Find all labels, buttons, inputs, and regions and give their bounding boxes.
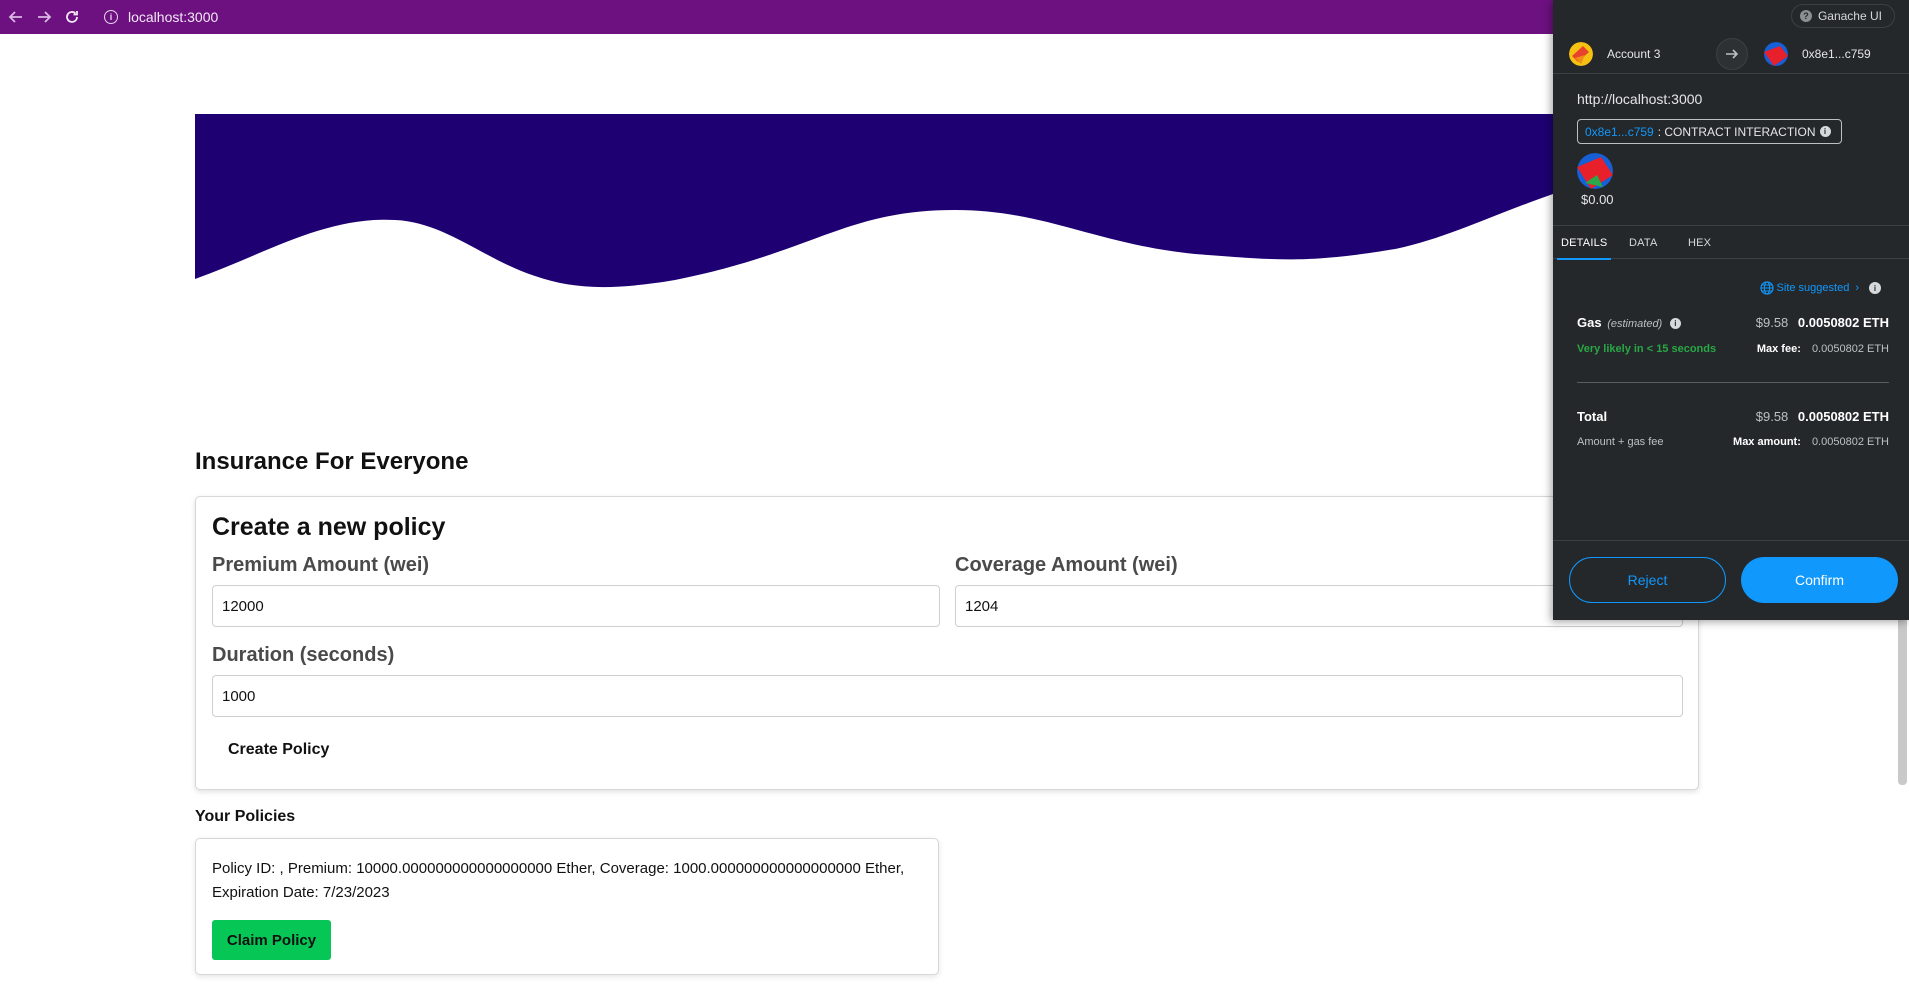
max-amount-label: Max amount: <box>1733 436 1801 448</box>
contract-interaction-label: : CONTRACT INTERACTION <box>1657 124 1816 139</box>
network-name: Ganache UI <box>1817 9 1882 23</box>
from-account-name: Account 3 <box>1607 47 1661 61</box>
gas-eth: 0.0050802 ETH <box>1797 315 1889 330</box>
page-root: i localhost:3000 Insurance For Everyone … <box>0 0 1909 1002</box>
create-policy-title: Create a new policy <box>212 513 446 541</box>
globe-icon <box>1759 281 1774 295</box>
arrow-right-icon <box>1716 38 1748 70</box>
tab-data[interactable]: DATA <box>1629 226 1658 260</box>
coverage-label: Coverage Amount (wei) <box>955 554 1178 576</box>
site-suggested-link[interactable]: Site suggested › i <box>1759 281 1881 295</box>
divider <box>1577 382 1889 383</box>
confirm-button[interactable]: Confirm <box>1741 557 1898 603</box>
gas-label: Gas <box>1577 315 1602 330</box>
gas-speed-estimate: Very likely in < 15 seconds <box>1577 343 1717 355</box>
from-account[interactable]: Account 3 <box>1569 42 1660 66</box>
total-eth: 0.0050802 ETH <box>1797 409 1889 424</box>
forward-icon[interactable] <box>32 5 56 29</box>
info-icon[interactable]: i <box>1819 126 1831 137</box>
network-icon: ? <box>1799 10 1812 22</box>
max-amount-value: 0.0050802 ETH <box>1811 436 1889 448</box>
hero-banner <box>195 114 1553 288</box>
contract-interaction-badge: 0x8e1...c759 : CONTRACT INTERACTION i <box>1577 119 1842 144</box>
chevron-right-icon: › <box>1855 282 1859 294</box>
address-bar-text: localhost:3000 <box>128 9 219 25</box>
premium-input[interactable]: 12000 <box>212 585 940 627</box>
origin-url: http://localhost:3000 <box>1577 91 1703 107</box>
total-label: Total <box>1577 409 1608 424</box>
amount-gas-fee-label: Amount + gas fee <box>1577 436 1664 448</box>
to-account-avatar <box>1764 42 1788 66</box>
info-icon[interactable]: i <box>1869 282 1881 294</box>
from-account-avatar <box>1569 42 1593 66</box>
site-suggested-label: Site suggested <box>1776 282 1850 294</box>
premium-label: Premium Amount (wei) <box>212 554 430 576</box>
duration-input[interactable]: 1000 <box>212 675 1683 717</box>
app-title: Insurance For Everyone <box>195 448 469 475</box>
reload-icon[interactable] <box>60 5 84 29</box>
gas-usd: $9.58 <box>1755 315 1789 330</box>
tab-hex[interactable]: HEX <box>1688 226 1711 260</box>
account-transfer-row: Account 3 0x8e1...c759 <box>1553 34 1909 74</box>
max-fee-label: Max fee: <box>1756 343 1801 355</box>
transaction-value: $0.00 <box>1581 192 1614 207</box>
address-bar[interactable]: i localhost:3000 <box>104 9 218 25</box>
contract-avatar <box>1577 153 1613 189</box>
gas-info-icon[interactable]: i <box>1669 318 1681 329</box>
create-policy-card: Create a new policy Premium Amount (wei)… <box>195 496 1699 790</box>
contract-address-link[interactable]: 0x8e1...c759 <box>1585 125 1654 139</box>
duration-label: Duration (seconds) <box>212 644 395 666</box>
policy-details: Policy ID: , Premium: 10000.000000000000… <box>212 860 905 901</box>
back-icon[interactable] <box>4 5 28 29</box>
to-account[interactable]: 0x8e1...c759 <box>1764 42 1871 66</box>
claim-policy-button[interactable]: Claim Policy <box>212 920 331 960</box>
to-account-address: 0x8e1...c759 <box>1802 47 1871 61</box>
create-policy-button[interactable]: Create Policy <box>228 741 329 759</box>
network-selector[interactable]: ? Ganache UI <box>1790 4 1895 28</box>
gas-estimated-label: (estimated) <box>1607 318 1663 330</box>
details-tabs: DETAILS DATA HEX <box>1553 225 1909 260</box>
max-fee-value: 0.0050802 ETH <box>1811 343 1889 355</box>
your-policies-title: Your Policies <box>195 808 296 825</box>
popup-footer: Reject Confirm <box>1553 540 1909 620</box>
policy-card: Policy ID: , Premium: 10000.000000000000… <box>195 838 939 975</box>
tab-details[interactable]: DETAILS <box>1556 226 1612 260</box>
total-usd: $9.58 <box>1755 409 1789 424</box>
metamask-popup: ? Ganache UI Account 3 0x8e1...c759 http… <box>1553 0 1909 620</box>
site-info-icon[interactable]: i <box>104 10 118 24</box>
reject-button[interactable]: Reject <box>1569 557 1726 603</box>
